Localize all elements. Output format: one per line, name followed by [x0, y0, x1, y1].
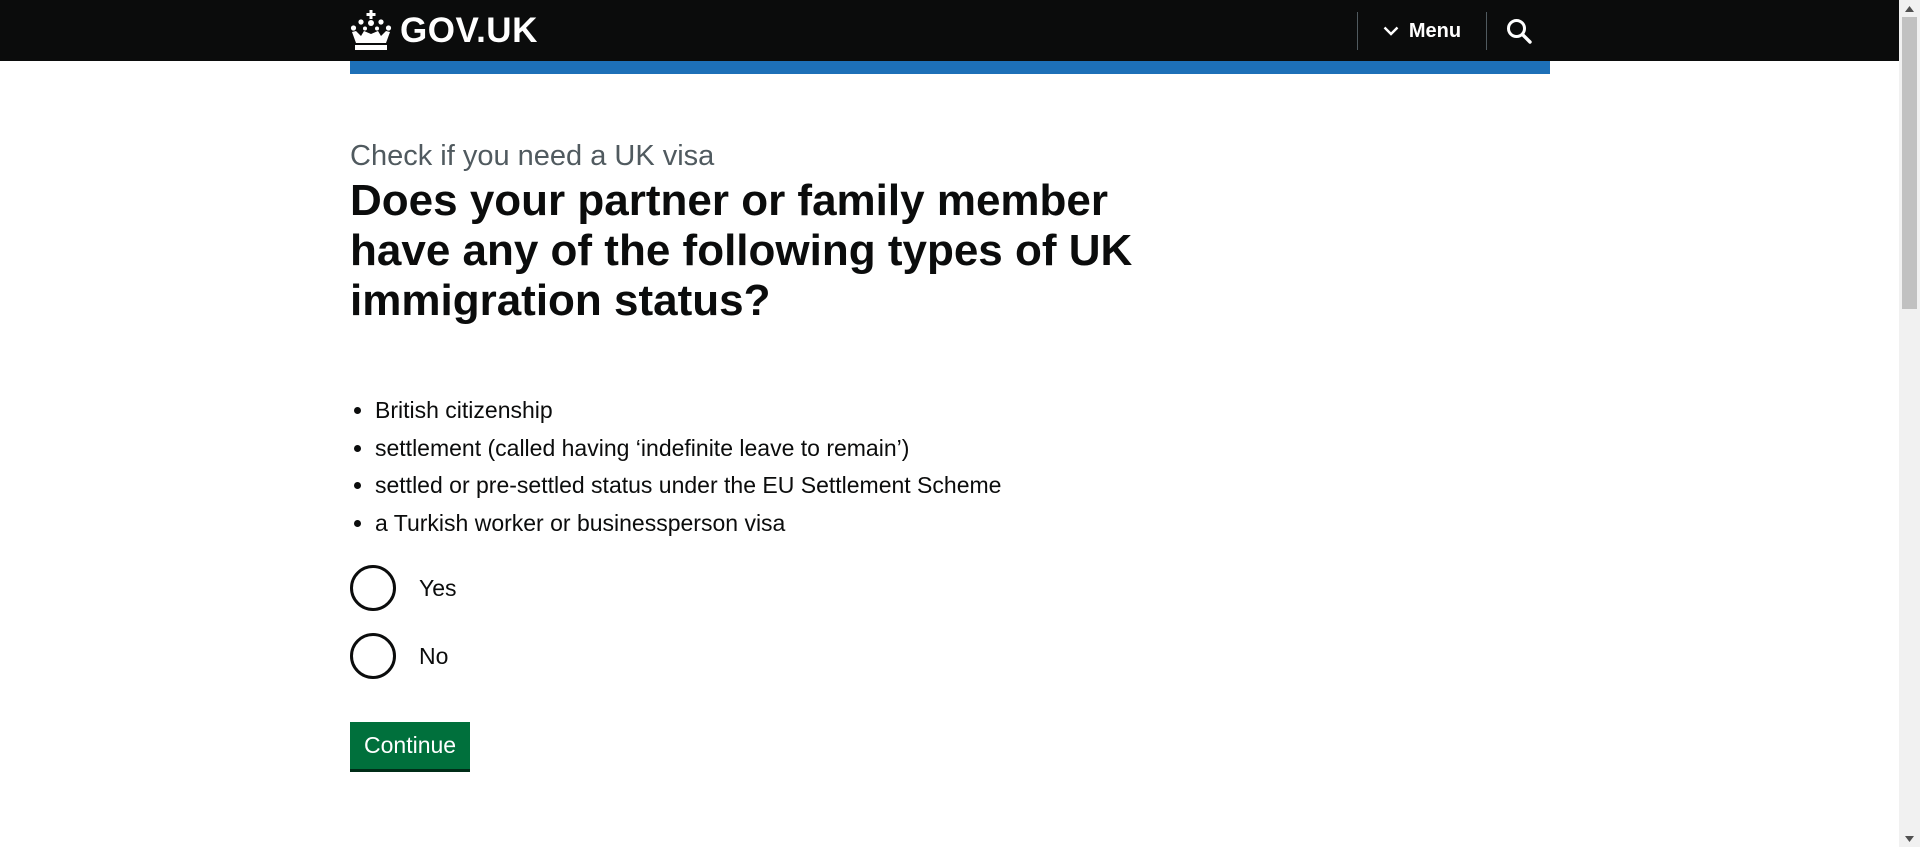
page-caption: Check if you need a UK visa — [350, 140, 715, 172]
govuk-logo-link[interactable]: GOV.UK — [350, 8, 538, 52]
radio-option-yes[interactable]: Yes — [350, 565, 457, 611]
menu-button[interactable]: Menu — [1358, 12, 1486, 50]
continue-button[interactable]: Continue — [350, 722, 471, 769]
search-button[interactable] — [1487, 12, 1551, 50]
site-header: GOV.UK Menu — [0, 0, 1899, 61]
scroll-up-arrow-icon[interactable] — [1899, 0, 1920, 17]
radio-no-input[interactable] — [350, 633, 396, 679]
list-item: settlement (called having ‘indefinite le… — [375, 430, 1001, 468]
browser-viewport: GOV.UK Menu Check if you need a UK visa … — [0, 0, 1920, 847]
radio-option-no[interactable]: No — [350, 633, 448, 679]
menu-label: Menu — [1408, 19, 1462, 42]
logo-text: GOV.UK — [400, 10, 538, 50]
header-accent-bar — [350, 61, 1550, 74]
list-item: settled or pre-settled status under the … — [375, 467, 1001, 505]
search-icon — [1507, 19, 1532, 44]
vertical-scrollbar[interactable] — [1899, 0, 1920, 847]
scroll-down-arrow-icon[interactable] — [1899, 830, 1920, 847]
radio-yes-label[interactable]: Yes — [419, 575, 457, 602]
radio-no-label[interactable]: No — [419, 643, 448, 670]
chevron-down-icon — [1383, 26, 1399, 36]
list-item: British citizenship — [375, 392, 1001, 430]
crown-icon — [350, 10, 392, 50]
list-item: a Turkish worker or businessperson visa — [375, 505, 1001, 543]
scrollbar-thumb[interactable] — [1902, 17, 1917, 309]
status-list: British citizenship settlement (called h… — [350, 392, 1001, 542]
radio-yes-input[interactable] — [350, 565, 396, 611]
question-heading: Does your partner or family member have … — [350, 176, 1133, 325]
